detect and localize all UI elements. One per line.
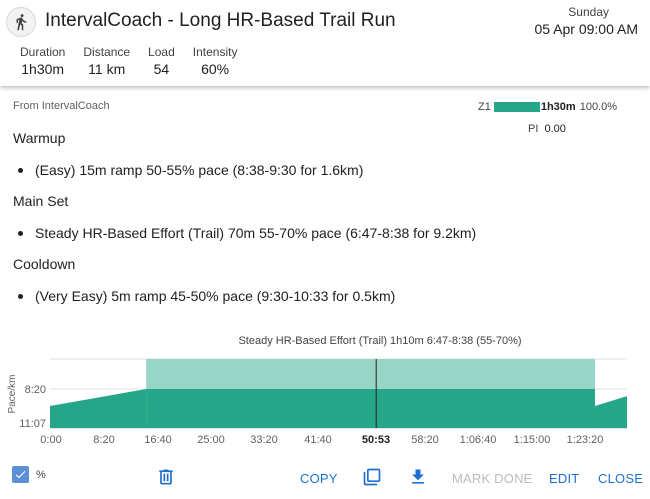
chart-title: Steady HR-Based Effort (Trail) 1h10m 6:4… <box>238 335 522 347</box>
step-text: (Easy) 15m ramp 50-55% pace (8:38-9:30 f… <box>35 162 364 178</box>
source-label: From IntervalCoach <box>13 100 110 112</box>
stat-label: Duration <box>20 45 66 59</box>
stat-duration: Duration 1h30m <box>20 45 65 77</box>
x-tick-label: 58:20 <box>411 434 439 446</box>
pi-summary: PI 0.00 <box>528 123 566 135</box>
zone-name: Z1 <box>478 101 491 113</box>
stat-value: 60% <box>201 61 230 77</box>
section-warmup-title: Warmup <box>13 130 66 146</box>
download-button[interactable] <box>408 467 428 492</box>
workout-title: IntervalCoach - Long HR-Based Trail Run <box>45 10 396 31</box>
zone-bar <box>493 102 540 112</box>
stat-load: Load 54 <box>148 45 175 77</box>
y-tick-label: 8:20 <box>25 384 46 396</box>
trash-icon <box>159 469 173 485</box>
download-icon <box>412 469 424 484</box>
zone-duration: 1h30m <box>540 101 576 113</box>
stat-value: 54 <box>153 61 170 77</box>
workout-stats: Duration 1h30m Distance 11 km Load 54 In… <box>20 45 255 77</box>
x-tick-label: 33:20 <box>250 434 278 446</box>
zone-summary: Z1 1h30m 100.0% <box>478 101 617 113</box>
x-tick-label: 1:15:00 <box>514 434 551 446</box>
pi-label: PI <box>528 123 539 135</box>
bullet-icon <box>18 230 23 236</box>
step-text: (Very Easy) 5m ramp 45-50% pace (9:30-10… <box>35 288 396 304</box>
edit-button[interactable]: EDIT <box>549 471 579 486</box>
step-main: Steady HR-Based Effort (Trail) 70m 55-70… <box>18 225 476 241</box>
stat-value: 11 km <box>88 61 126 77</box>
check-icon <box>15 471 26 479</box>
running-person-icon <box>6 7 36 37</box>
stat-distance: Distance 11 km <box>83 45 130 77</box>
percent-label: % <box>36 469 46 481</box>
copy-button[interactable]: COPY <box>300 471 338 486</box>
percent-checkbox[interactable] <box>12 466 29 483</box>
section-main-title: Main Set <box>13 193 69 209</box>
copy-stack-icon <box>363 468 381 486</box>
x-tick-label: 16:40 <box>144 434 172 446</box>
pi-value: 0.00 <box>544 123 566 135</box>
delete-button[interactable] <box>156 467 176 492</box>
x-tick-label: 1:06:40 <box>460 434 497 446</box>
workout-day: Sunday <box>568 5 609 19</box>
bullet-icon <box>18 293 23 299</box>
x-tick-label: 0:00 <box>40 434 61 446</box>
zone-percent: 100.0% <box>579 101 618 113</box>
step-warmup: (Easy) 15m ramp 50-55% pace (8:38-9:30 f… <box>18 162 363 178</box>
step-text: Steady HR-Based Effort (Trail) 70m 55-70… <box>35 225 477 241</box>
y-axis-label: Pace/km <box>7 375 18 414</box>
stat-label: Intensity <box>192 45 238 59</box>
mark-done-button[interactable]: MARK DONE <box>452 471 533 486</box>
stat-label: Load <box>148 45 175 59</box>
close-button[interactable]: CLOSE <box>598 471 643 486</box>
x-tick-label: 8:20 <box>93 434 114 446</box>
cursor-tick-label: 50:53 <box>362 434 390 446</box>
pace-segment-main-set <box>146 389 595 428</box>
duplicate-button[interactable] <box>362 467 382 492</box>
pace-segment-warmup <box>50 389 147 428</box>
pace-segment-cooldown <box>594 396 627 428</box>
workout-date: Sunday 05 Apr 09:00 AM <box>534 5 638 37</box>
step-cooldown: (Very Easy) 5m ramp 45-50% pace (9:30-10… <box>18 288 395 304</box>
stat-intensity: Intensity 60% <box>193 45 238 77</box>
bullet-icon <box>18 167 23 173</box>
stat-label: Distance <box>83 45 131 59</box>
workout-datetime: 05 Apr 09:00 AM <box>534 21 638 37</box>
stat-value: 1h30m <box>21 61 65 77</box>
pace-chart[interactable]: 8:20 11:07Pace/km 0:00 8:20 16:40 25:00 33:20 4… <box>0 350 650 450</box>
y-tick-label: 11:07 <box>19 418 46 430</box>
x-tick-label: 41:40 <box>304 434 332 446</box>
workout-header: IntervalCoach - Long HR-Based Trail Run … <box>0 0 650 86</box>
x-tick-label: 25:00 <box>197 434 225 446</box>
x-tick-label: 1:23:20 <box>567 434 604 446</box>
section-cooldown-title: Cooldown <box>13 256 76 272</box>
